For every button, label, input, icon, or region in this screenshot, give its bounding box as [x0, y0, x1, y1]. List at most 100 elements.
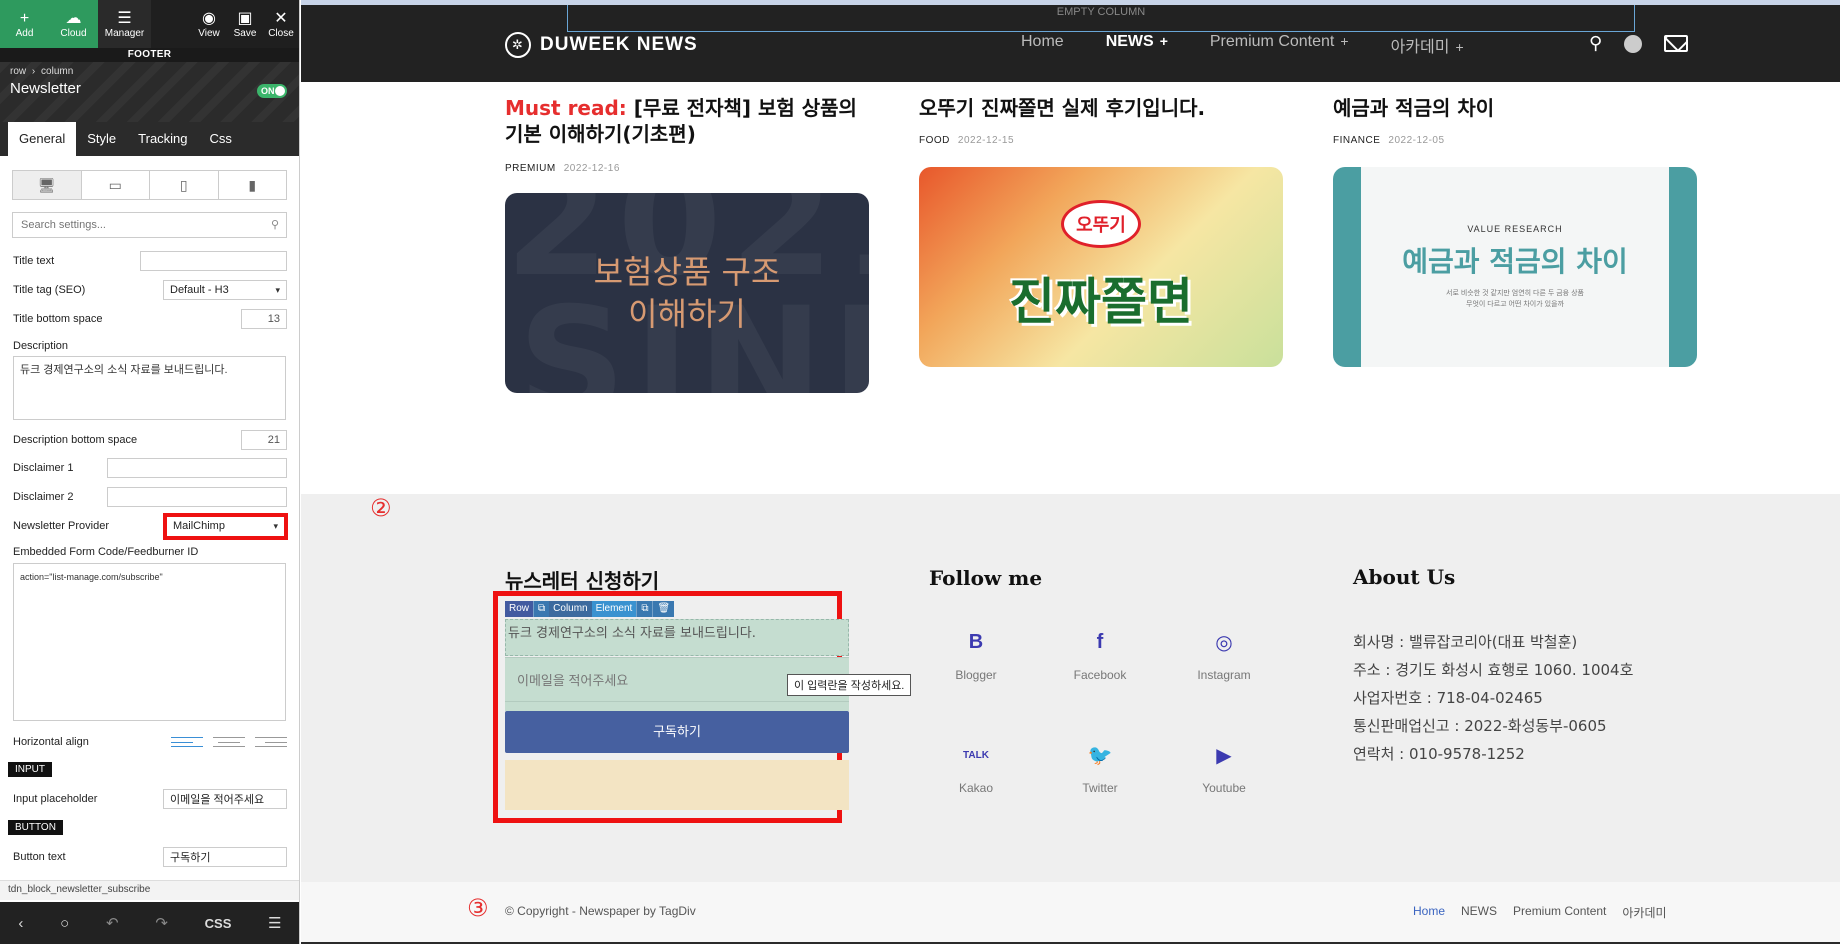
search-icon: ⚲: [270, 219, 279, 231]
copyright-text: © Copyright - Newspaper by TagDiv: [505, 904, 696, 918]
youtube-icon: ▶: [1216, 744, 1232, 767]
title-tag-row: Title tag (SEO) Default - H3 ▾: [13, 280, 287, 300]
copy-icon[interactable]: ⧉: [636, 601, 653, 617]
main-menu: Home NEWS + Premium Content + 아카데미 +: [1021, 33, 1464, 57]
description-bottom-space-row: Description bottom space 21: [13, 430, 287, 450]
breadcrumb-separator: ›: [31, 66, 36, 77]
footer-link-news[interactable]: NEWS: [1461, 904, 1497, 921]
tab-tracking[interactable]: Tracking: [127, 122, 198, 156]
align-left-icon[interactable]: [171, 737, 203, 747]
close-button[interactable]: ✕ Close: [263, 0, 299, 48]
site-header: EMPTY COLUMN ✲ DUWEEK NEWS Home NEWS + Pr…: [301, 5, 1840, 82]
social-blogger[interactable]: B Blogger: [926, 630, 1026, 683]
article-thumbnail[interactable]: VALUE RESEARCH 예금과 적금의 차이 서로 비슷한 것 같지만 엄…: [1333, 167, 1697, 367]
social-instagram[interactable]: ◎ Instagram: [1174, 630, 1274, 683]
back-icon[interactable]: ‹: [18, 915, 23, 932]
annotation-marker: ②: [370, 494, 392, 522]
social-youtube[interactable]: ▶ Youtube: [1174, 743, 1274, 796]
tablet-landscape-icon[interactable]: ▭: [82, 171, 150, 199]
eye-icon: ◉: [202, 9, 216, 27]
desktop-icon[interactable]: 🖥: [13, 171, 82, 199]
cloud-button[interactable]: ☁ Cloud: [49, 0, 98, 48]
menu-item-news[interactable]: NEWS +: [1106, 33, 1168, 57]
footer-link-home[interactable]: Home: [1413, 904, 1445, 921]
tab-style[interactable]: Style: [76, 122, 127, 156]
plus-icon: +: [19, 9, 30, 27]
menu-item-premium[interactable]: Premium Content +: [1210, 33, 1349, 57]
title-text-field[interactable]: [140, 251, 287, 271]
save-button[interactable]: ▣ Save: [227, 0, 263, 48]
settings-tabs: General Style Tracking Css: [0, 122, 299, 156]
article-thumbnail[interactable]: 2021 SINE 보험상품 구조이해하기: [505, 193, 869, 393]
mail-icon[interactable]: [1664, 35, 1689, 52]
settings-search-input[interactable]: [13, 213, 286, 237]
social-facebook[interactable]: f Facebook: [1050, 630, 1150, 683]
social-twitter[interactable]: 🐦 Twitter: [1050, 743, 1150, 796]
breadcrumb-column[interactable]: column: [41, 66, 73, 77]
button-text-row: Button text 구독하기: [13, 847, 287, 867]
article-title[interactable]: 예금과 적금의 차이: [1333, 95, 1697, 121]
newsletter-provider-select[interactable]: MailChimp ▾: [163, 512, 288, 540]
copyright-bar: ③ © Copyright - Newspaper by TagDiv Home…: [301, 882, 1840, 944]
search-icon[interactable]: ⚲: [1589, 33, 1602, 54]
footer-link-academy[interactable]: 아카데미: [1622, 904, 1666, 921]
tab-general[interactable]: General: [8, 122, 77, 156]
site-preview: EMPTY COLUMN ✲ DUWEEK NEWS Home NEWS + Pr…: [301, 0, 1840, 944]
article-meta: FOOD 2022-12-15: [919, 135, 1015, 146]
manager-button[interactable]: ☰ Manager: [98, 0, 151, 48]
align-right-icon[interactable]: [255, 737, 287, 747]
title-bottom-space-field[interactable]: 13: [241, 309, 287, 329]
description-textarea[interactable]: 듀크 경제연구소의 소식 자료를 보내드립니다.: [13, 356, 286, 420]
undo-icon[interactable]: ↶: [106, 914, 119, 932]
menu-item-academy[interactable]: 아카데미 +: [1391, 33, 1464, 57]
button-text-field[interactable]: 구독하기: [163, 847, 287, 867]
view-button[interactable]: ◉ View: [191, 0, 227, 48]
disclaimer1-row: Disclaimer 1: [13, 458, 287, 478]
input-placeholder-field[interactable]: 이메일을 적어주세요: [163, 789, 287, 809]
redo-icon[interactable]: ↷: [155, 914, 168, 932]
add-button[interactable]: + Add: [0, 0, 49, 48]
footer-link-premium[interactable]: Premium Content: [1513, 904, 1606, 921]
circle-icon[interactable]: ○: [60, 915, 69, 932]
newsletter-heading: 뉴스레터 신청하기: [505, 569, 660, 593]
article-thumbnail[interactable]: 오뚜기 진짜쫄면: [919, 167, 1283, 367]
social-kakao[interactable]: TALK Kakao: [926, 743, 1026, 796]
validation-tooltip: 이 입력란을 작성하세요.: [787, 674, 912, 696]
article-title[interactable]: 오뚜기 진짜쫄면 실제 후기입니다.: [919, 95, 1283, 121]
tab-css[interactable]: Css: [199, 122, 243, 156]
tablet-portrait-icon[interactable]: ▯: [150, 171, 219, 199]
title-text-row: Title text: [13, 251, 287, 271]
article-card[interactable]: Must read: [무료 전자책] 보험 상품의 기본 이해하기(기초편) …: [505, 95, 869, 174]
site-logo[interactable]: ✲ DUWEEK NEWS: [505, 32, 698, 58]
empty-column[interactable]: EMPTY COLUMN: [567, 5, 1635, 32]
article-title[interactable]: Must read: [무료 전자책] 보험 상품의 기본 이해하기(기초편): [505, 95, 869, 147]
description-bottom-space-field[interactable]: 21: [241, 430, 287, 450]
manager-icon: ☰: [117, 9, 132, 27]
subscribe-button[interactable]: 구독하기: [505, 711, 849, 753]
description-label: Description: [13, 340, 69, 352]
column-tool[interactable]: Column: [549, 601, 592, 617]
article-card[interactable]: 예금과 적금의 차이 FINANCE 2022-12-05: [1333, 95, 1697, 146]
trash-icon[interactable]: 🗑: [652, 601, 675, 617]
about-text: 회사명 : 밸류잡코리아(대표 박철훈) 주소 : 경기도 화성시 효행로 10…: [1353, 633, 1634, 763]
row-tool[interactable]: Row: [505, 601, 534, 617]
block-toggle[interactable]: ON: [257, 84, 287, 98]
disclaimer1-field[interactable]: [107, 458, 287, 478]
embedded-textarea[interactable]: action="list-manage.com/subscribe": [13, 563, 286, 721]
css-button[interactable]: CSS: [205, 916, 232, 931]
button-section-label: BUTTON: [8, 820, 63, 835]
list-icon[interactable]: ☰: [268, 914, 281, 932]
disclaimer2-field[interactable]: [107, 487, 287, 507]
context-label: FOOTER: [0, 48, 299, 62]
phone-icon[interactable]: ▮: [219, 171, 287, 199]
copy-icon[interactable]: ⧉: [533, 601, 550, 617]
user-icon[interactable]: [1624, 34, 1643, 53]
align-center-icon[interactable]: [213, 737, 245, 747]
breadcrumb-row[interactable]: row: [10, 66, 26, 77]
menu-item-home[interactable]: Home: [1021, 33, 1064, 57]
twitter-icon: 🐦: [1087, 744, 1113, 767]
newsletter-description: 듀크 경제연구소의 소식 자료를 보내드립니다.: [505, 619, 849, 656]
title-tag-select[interactable]: Default - H3 ▾: [163, 280, 287, 300]
article-card[interactable]: 오뚜기 진짜쫄면 실제 후기입니다. FOOD 2022-12-15: [919, 95, 1283, 146]
element-tool[interactable]: Element: [591, 601, 637, 617]
